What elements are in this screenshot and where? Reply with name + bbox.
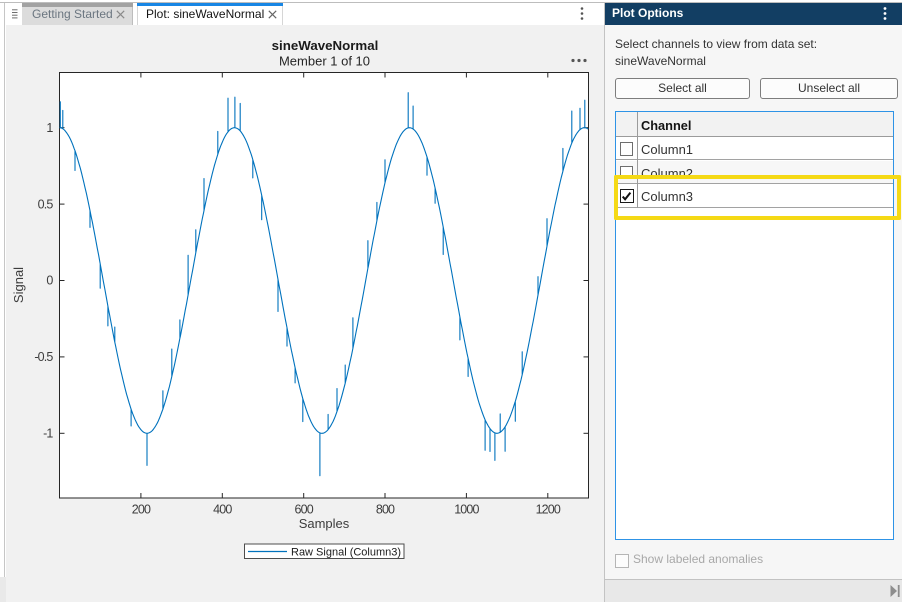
svg-text:-0.5: -0.5 [34,350,53,364]
svg-text:1: 1 [46,121,53,135]
svg-text:Raw Signal (Column3): Raw Signal (Column3) [291,547,401,559]
svg-text:200: 200 [132,503,151,517]
svg-text:400: 400 [213,503,232,517]
svg-text:Member 1 of 10: Member 1 of 10 [279,54,370,69]
svg-text:800: 800 [376,503,395,517]
svg-text:0.5: 0.5 [38,197,54,211]
svg-text:600: 600 [295,503,314,517]
svg-text:0: 0 [46,274,53,288]
svg-text:sineWaveNormal: sineWaveNormal [272,38,379,53]
svg-text:Samples: Samples [299,516,350,531]
svg-text:-1: -1 [43,427,53,441]
svg-text:1000: 1000 [454,503,479,517]
svg-text:1200: 1200 [536,503,561,517]
svg-text:Signal: Signal [11,267,26,303]
